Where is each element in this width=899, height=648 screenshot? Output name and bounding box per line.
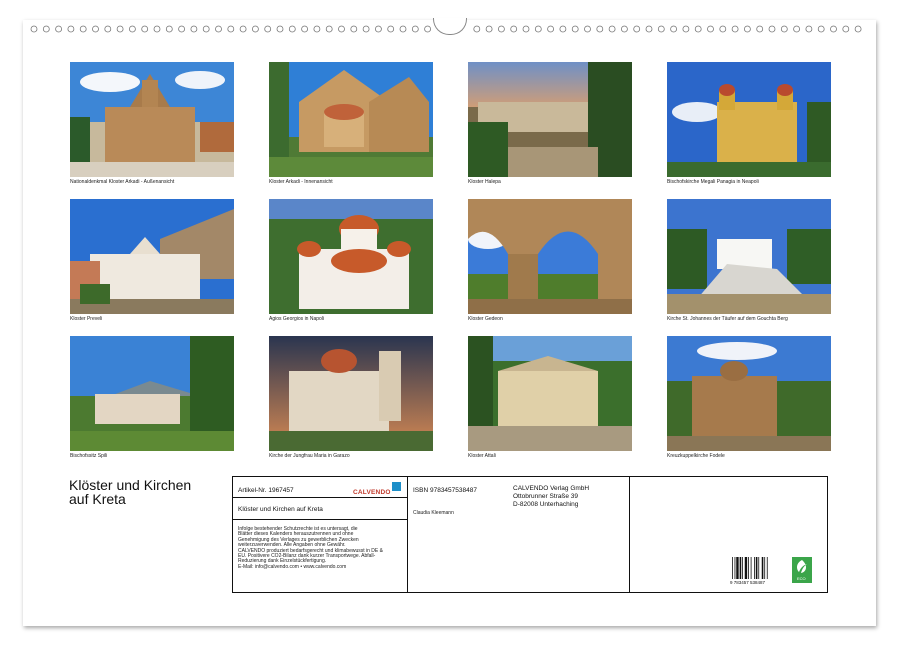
publisher-line-1: CALVENDO Verlag GmbH: [513, 485, 589, 492]
photo-1-caption: Nationaldenkmal Kloster Arkadi - Außenan…: [70, 179, 240, 185]
publisher-line-2: Ottobrunner Straße 39: [513, 493, 578, 500]
barcode-bar: [735, 557, 736, 579]
photo-9: [70, 336, 234, 451]
photo-2-caption: Kloster Arkadi - Innenansicht: [269, 179, 439, 185]
legal-text: Infolge bestehender Schutzrechte ist es …: [238, 527, 406, 570]
imprint-col-3: 9 783457 538487 ECO: [630, 477, 829, 592]
eco-label-icon: ECO: [792, 557, 812, 583]
photo-4: [667, 62, 831, 177]
legal-line: E-Mail: info@calvendo.com • www.calvendo…: [238, 565, 406, 570]
logo-text: CALVENDO: [353, 489, 391, 496]
title-line-2: auf Kreta: [69, 492, 219, 506]
photo-7: [468, 199, 632, 314]
barcode-bar: [745, 557, 747, 579]
photo-6-caption: Agios Georgios in Napoli: [269, 316, 439, 322]
barcode-bar: [767, 557, 768, 579]
photo-10: [269, 336, 433, 451]
barcode-bar: [758, 557, 759, 579]
photo-11-caption: Kloster Attali: [468, 453, 638, 459]
logo-mark-icon: [392, 482, 401, 491]
photo-9-caption: Bischofssitz Spili: [70, 453, 240, 459]
photo-10-caption: Kirche der Jungfrau Maria in Garazo: [269, 453, 439, 459]
imprint-col-2: ISBN 9783457538487 Claudia Kleemann CALV…: [408, 477, 630, 592]
photo-11: [468, 336, 632, 451]
photo-12: [667, 336, 831, 451]
publisher-line-3: D-82008 Unterhaching: [513, 501, 578, 508]
isbn: ISBN 9783457538487: [413, 487, 477, 494]
photo-8: [667, 199, 831, 314]
article-number: Artikel-Nr. 1967457: [238, 487, 294, 494]
divider: [233, 519, 407, 520]
title-line-1: Klöster und Kirchen: [69, 478, 219, 492]
eco-label-text: ECO: [797, 576, 806, 581]
photo-3-caption: Kloster Halepa: [468, 179, 638, 185]
photo-12-caption: Kreuzkuppelkirche Fodele: [667, 453, 837, 459]
barcode-bar: [764, 557, 765, 579]
photo-3: [468, 62, 632, 177]
photo-7-caption: Kloster Gedeon: [468, 316, 638, 322]
barcode-bar: [740, 557, 742, 579]
photo-5-caption: Kloster Preveli: [70, 316, 240, 322]
photo-8-caption: Kirche St. Johannes der Täufer auf dem G…: [667, 316, 837, 322]
barcode-bar: [742, 557, 743, 579]
divider: [233, 497, 407, 498]
calendar-title: Klöster und Kirchen auf Kreta: [69, 478, 219, 506]
imprint-box: Artikel-Nr. 1967457 CALVENDO Klöster und…: [232, 476, 828, 593]
author: Claudia Kleemann: [413, 511, 454, 516]
barcode-number: 9 783457 538487: [730, 580, 765, 585]
photo-4-caption: Bischofskirche Megali Panagia in Neapoli: [667, 179, 837, 185]
barcode-bar: [748, 557, 749, 579]
photo-6: [269, 199, 433, 314]
imprint-col-1: Artikel-Nr. 1967457 CALVENDO Klöster und…: [233, 477, 408, 592]
photo-1: [70, 62, 234, 177]
product-title: Klöster und Kirchen auf Kreta: [238, 506, 323, 513]
barcode-bar: [754, 557, 755, 579]
barcode-bar: [751, 557, 752, 579]
barcode: [732, 557, 778, 579]
photo-2: [269, 62, 433, 177]
calvendo-logo: CALVENDO: [353, 481, 401, 494]
barcode-bar: [732, 557, 733, 579]
barcode-bar: [762, 557, 764, 579]
photo-5: [70, 199, 234, 314]
barcode-bar: [756, 557, 758, 579]
barcode-bar: [736, 557, 738, 579]
